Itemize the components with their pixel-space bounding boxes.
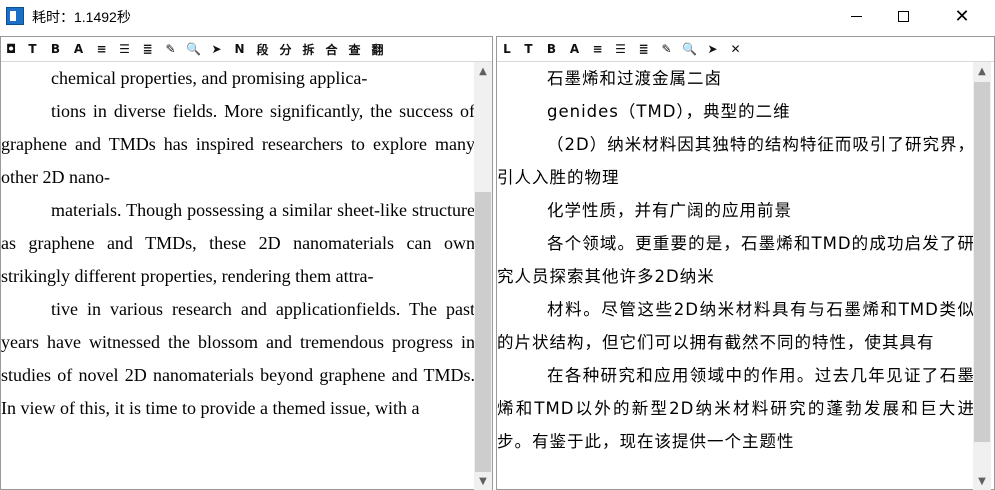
source-text-area[interactable]: chemical properties, and promising appli… xyxy=(1,62,475,490)
paragraph: 化学性质，并有广阔的应用前景 xyxy=(547,201,792,220)
scroll-down-arrow-icon[interactable]: ▼ xyxy=(474,472,492,490)
source-scrollbar[interactable]: ▲ ▼ xyxy=(474,62,492,490)
text-icon[interactable]: T xyxy=(517,39,540,59)
scroll-up-arrow-icon[interactable]: ▲ xyxy=(973,62,991,80)
source-toolbar: ◘ T B A ≡ ☰ ≣ ✎ 🔍 ➤ N 段分拆合查翻 xyxy=(1,37,492,62)
close-button[interactable]: ✕ xyxy=(939,0,985,33)
align-right-icon[interactable]: ≣ xyxy=(136,39,159,59)
paragraph: 在各种研究和应用领域中的作用。过去几年见证了石墨烯和TMD以外的新型2D纳米材料… xyxy=(497,366,975,451)
bold-icon[interactable]: B xyxy=(44,39,67,59)
search-icon[interactable]: 🔍 xyxy=(678,39,701,59)
paragraph: materials. Though possessing a similar s… xyxy=(1,200,475,286)
split-button[interactable]: 分 xyxy=(274,39,297,59)
break-button[interactable]: 拆 xyxy=(297,39,320,59)
line-icon[interactable]: L xyxy=(497,39,517,59)
paint-icon[interactable]: ✎ xyxy=(159,39,182,59)
paragraph: tions in diverse fields. More significan… xyxy=(1,101,475,187)
close-icon[interactable]: ✕ xyxy=(724,39,747,59)
paragraph: tive in various research and application… xyxy=(1,299,475,418)
translation-scrollbar[interactable]: ▲ ▼ xyxy=(973,62,991,490)
scroll-thumb[interactable] xyxy=(475,192,491,472)
minimize-icon xyxy=(850,16,862,17)
translation-pane: L T B A ≡ ☰ ≣ ✎ 🔍 ➤ ✕ 石墨烯和过渡金属二卤 genides（TMD），典型的二维… xyxy=(496,36,995,490)
n-icon[interactable]: N xyxy=(228,39,251,59)
align-justify-icon[interactable]: ☰ xyxy=(609,39,632,59)
source-pane: ◘ T B A ≡ ☰ ≣ ✎ 🔍 ➤ N 段分拆合查翻 chemical properties, a… xyxy=(0,36,493,490)
paragraph: genides（TMD），典型的二维 xyxy=(547,102,791,121)
align-right-icon[interactable]: ≣ xyxy=(632,39,655,59)
align-left-icon[interactable]: ≡ xyxy=(586,39,609,59)
maximize-button[interactable] xyxy=(880,0,926,33)
paragraph: 各个领域。更重要的是，石墨烯和TMD的成功启发了研究人员探索其他许多2D纳米 xyxy=(497,234,975,286)
paragraph: 石墨烯和过渡金属二卤 xyxy=(547,69,722,88)
scroll-up-arrow-icon[interactable]: ▲ xyxy=(474,62,492,80)
text-icon[interactable]: T xyxy=(21,39,44,59)
title-bar: 耗时：1.1492秒 ✕ xyxy=(0,0,995,33)
paragraph: chemical properties, and promising appli… xyxy=(51,68,368,88)
align-left-icon[interactable]: ≡ xyxy=(90,39,113,59)
lookup-button[interactable]: 查 xyxy=(343,39,366,59)
translate-button[interactable]: 翻 xyxy=(366,39,389,59)
app-icon xyxy=(6,7,24,25)
translation-toolbar: L T B A ≡ ☰ ≣ ✎ 🔍 ➤ ✕ xyxy=(497,37,994,62)
paragraph: （2D）纳米材料因其独特的结构特征而吸引了研究界，引人入胜的物理 xyxy=(497,135,975,187)
send-icon[interactable]: ➤ xyxy=(205,39,228,59)
bold-icon[interactable]: B xyxy=(540,39,563,59)
send-icon[interactable]: ➤ xyxy=(701,39,724,59)
paragraph: 材料。尽管这些2D纳米材料具有与石墨烯和TMD类似的片状结构，但它们可以拥有截然… xyxy=(497,300,975,352)
maximize-icon xyxy=(897,11,909,22)
square-icon[interactable]: ◘ xyxy=(1,39,21,59)
paint-icon[interactable]: ✎ xyxy=(655,39,678,59)
merge-button[interactable]: 合 xyxy=(320,39,343,59)
scroll-down-arrow-icon[interactable]: ▼ xyxy=(973,472,991,490)
window-title: 耗时：1.1492秒 xyxy=(32,9,131,25)
align-justify-icon[interactable]: ☰ xyxy=(113,39,136,59)
font-color-icon[interactable]: A xyxy=(67,39,90,59)
search-icon[interactable]: 🔍 xyxy=(182,39,205,59)
font-color-icon[interactable]: A xyxy=(563,39,586,59)
minimize-button[interactable] xyxy=(833,0,879,33)
translation-text-area[interactable]: 石墨烯和过渡金属二卤 genides（TMD），典型的二维 （2D）纳米材料因其独特… xyxy=(497,62,975,490)
scroll-thumb[interactable] xyxy=(974,82,990,442)
paragraph-button[interactable]: 段 xyxy=(251,39,274,59)
